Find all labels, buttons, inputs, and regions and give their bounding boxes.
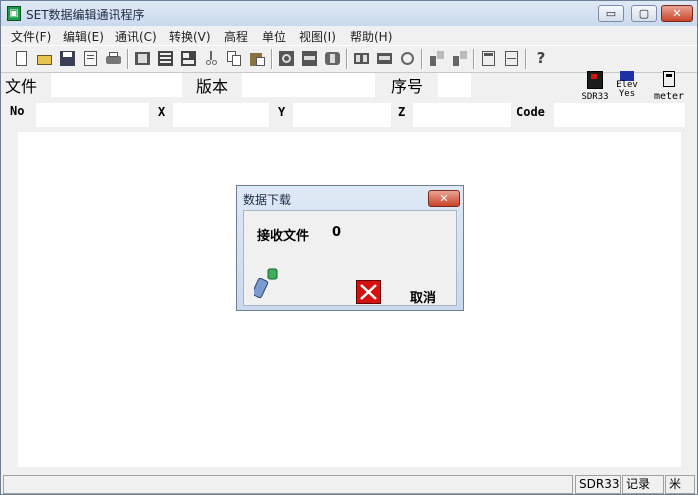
version-label: 版本 — [196, 77, 229, 96]
main-window: ▣ SET数据编辑通讯程序 ▭ ▢ ✕ 文件(F) 编辑(E) 通讯(C) 转换… — [0, 0, 698, 495]
calculator-icon[interactable] — [480, 50, 497, 67]
save-icon[interactable] — [59, 50, 76, 67]
column-z-field[interactable] — [413, 103, 511, 127]
status-bar: SDR33 记录 米 — [1, 474, 697, 494]
menu-bar: 文件(F) 编辑(E) 通讯(C) 转换(V) 高程 单位 视图(I) 帮助(H… — [1, 26, 697, 45]
maximize-button[interactable]: ▢ — [631, 5, 657, 22]
paste-icon[interactable] — [249, 50, 266, 67]
elevation-line2: Yes — [618, 89, 636, 99]
column-code-label: Code — [516, 105, 545, 119]
print-icon[interactable] — [105, 50, 122, 67]
dialog-title: 数据下载 — [243, 193, 292, 207]
menu-help[interactable]: 帮助(H) — [350, 28, 392, 45]
menu-elevation[interactable]: 高程 — [224, 28, 248, 45]
dialog-body: 接收文件 0 取消 — [243, 210, 457, 306]
toolbar-separator — [346, 49, 348, 69]
instrument-icon — [587, 71, 603, 89]
phone-transfer-icon — [254, 268, 278, 299]
elevation-status: Elev Yes — [613, 71, 641, 99]
menu-convert[interactable]: 转换(V) — [169, 28, 211, 45]
unit-status: meter — [649, 71, 689, 102]
close-icon: ✕ — [439, 192, 449, 205]
convert-edit-icon[interactable] — [301, 50, 318, 67]
minimize-icon: ▭ — [605, 7, 617, 20]
elevation-edit-icon[interactable] — [451, 50, 468, 67]
column-z-label: Z — [398, 105, 406, 119]
version-field[interactable] — [242, 73, 375, 97]
preview-icon[interactable] — [82, 50, 99, 67]
column-no-label: No — [10, 104, 25, 118]
menu-view[interactable]: 视图(I) — [299, 28, 336, 45]
menu-file[interactable]: 文件(F) — [11, 28, 51, 45]
unit-value: meter — [653, 91, 685, 102]
status-pane-message — [3, 475, 573, 494]
layout-icon[interactable] — [353, 50, 370, 67]
elevation-icon[interactable] — [428, 50, 445, 67]
status-pane-mode: 记录 — [622, 475, 664, 494]
status-pane-model: SDR33 — [575, 475, 621, 494]
status-pane-unit: 米 — [665, 475, 695, 494]
find-icon[interactable] — [134, 50, 151, 67]
maximize-icon: ▢ — [638, 7, 650, 20]
column-y-label: Y — [278, 105, 286, 119]
sequence-field[interactable] — [438, 73, 471, 97]
close-icon: ✕ — [672, 7, 682, 20]
instrument-model: SDR33 — [581, 92, 609, 102]
column-code-field[interactable] — [554, 103, 685, 127]
window-title: SET数据编辑通讯程序 — [26, 8, 145, 22]
cross-icon — [360, 284, 377, 300]
dialog-close-button[interactable]: ✕ — [428, 190, 460, 207]
menu-communication[interactable]: 通讯(C) — [115, 28, 157, 45]
receive-file-count: 0 — [332, 225, 342, 240]
unit-icon — [663, 71, 675, 87]
copy-icon[interactable] — [226, 50, 243, 67]
toolbar-separator — [473, 49, 475, 69]
instrument-status: SDR33 — [581, 71, 609, 102]
toolbar-separator — [421, 49, 423, 69]
column-no-field[interactable] — [36, 103, 149, 127]
layout-edit-icon[interactable] — [376, 50, 393, 67]
calculator-edit-icon[interactable] — [503, 50, 520, 67]
column-y-field[interactable] — [293, 103, 391, 127]
toolbar-separator — [271, 49, 273, 69]
download-dialog: 数据下载 ✕ 接收文件 0 取消 — [236, 185, 464, 311]
edit-icon[interactable] — [157, 50, 174, 67]
column-x-label: X — [158, 105, 166, 119]
open-file-icon[interactable] — [36, 50, 53, 67]
file-field[interactable] — [51, 73, 182, 97]
layout-export-icon[interactable] — [399, 50, 416, 67]
cancel-button[interactable]: 取消 — [410, 287, 436, 306]
receive-file-label: 接收文件 — [257, 229, 310, 244]
export-icon[interactable] — [324, 50, 341, 67]
toolbar-separator — [525, 49, 527, 69]
minimize-button[interactable]: ▭ — [598, 5, 624, 22]
title-bar: ▣ SET数据编辑通讯程序 ▭ ▢ ✕ — [1, 1, 697, 26]
menu-edit[interactable]: 编辑(E) — [63, 28, 104, 45]
cancel-icon[interactable] — [356, 280, 381, 304]
toolbar-separator — [127, 49, 129, 69]
help-icon[interactable]: ? — [532, 50, 549, 67]
menu-unit[interactable]: 单位 — [262, 28, 286, 45]
data-icon[interactable] — [180, 50, 197, 67]
app-icon[interactable]: ▣ — [7, 6, 21, 21]
cut-icon[interactable] — [203, 50, 220, 67]
convert-icon[interactable] — [278, 50, 295, 67]
toolbar: ? — [1, 45, 697, 73]
close-button[interactable]: ✕ — [661, 5, 693, 22]
new-file-icon[interactable] — [13, 50, 30, 67]
sequence-label: 序号 — [391, 77, 424, 96]
file-label: 文件 — [5, 77, 38, 96]
column-x-field[interactable] — [173, 103, 269, 127]
